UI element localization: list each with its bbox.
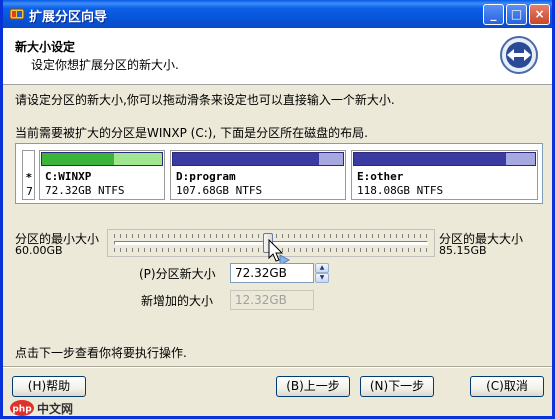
partition-name: D:program bbox=[176, 170, 236, 183]
partition-app-icon bbox=[9, 8, 25, 20]
minimize-button[interactable]: _ bbox=[483, 4, 504, 25]
footer-hint: 点击下一步查看你将要执行操作. bbox=[15, 346, 187, 360]
resize-arrows-icon bbox=[500, 36, 538, 74]
wizard-header: 新大小设定 设定你想扩展分区的新大小. bbox=[3, 28, 552, 85]
new-size-stepper[interactable]: ▲ ▼ bbox=[315, 263, 329, 283]
partition-size: 72.32GB NTFS bbox=[45, 184, 125, 197]
spin-down-icon[interactable]: ▼ bbox=[315, 273, 329, 283]
partition-name: E:other bbox=[357, 170, 404, 183]
partition-free-fill bbox=[506, 153, 535, 165]
partition-used-fill bbox=[42, 153, 114, 165]
partition-d[interactable]: D:program 107.68GB NTFS bbox=[170, 150, 346, 200]
added-size-label: 新增加的大小 bbox=[141, 294, 214, 308]
partition-e[interactable]: E:other 118.08GB NTFS bbox=[351, 150, 538, 200]
partition-size: 107.68GB NTFS bbox=[176, 184, 263, 197]
footer-divider bbox=[3, 366, 552, 368]
unallocated-marker: * bbox=[26, 171, 32, 184]
max-size-value: 85.15GB bbox=[439, 244, 487, 257]
help-button[interactable]: (H)帮助 bbox=[12, 376, 86, 397]
close-button[interactable]: × bbox=[529, 4, 550, 25]
min-size-value: 60.00GB bbox=[15, 244, 63, 257]
partition-usage-bar bbox=[353, 152, 536, 166]
php-logo-text: php bbox=[12, 405, 32, 415]
cancel-button[interactable]: (C)取消 bbox=[470, 376, 544, 397]
php-logo: php bbox=[10, 400, 34, 416]
partition-c[interactable]: C:WINXP 72.32GB NTFS bbox=[39, 150, 165, 200]
partition-name: C:WINXP bbox=[45, 170, 92, 183]
new-size-input[interactable] bbox=[230, 263, 314, 283]
next-button[interactable]: (N)下一步 bbox=[360, 376, 434, 397]
disk-caption: 当前需要被扩大的分区是WINXP (C:), 下面是分区所在磁盘的布局. bbox=[15, 126, 368, 140]
new-size-label: (P)分区新大小 bbox=[139, 267, 216, 281]
instruction-text: 请设定分区的新大小,你可以拖动滑条来设定也可以直接输入一个新大小. bbox=[15, 93, 395, 107]
added-size-field bbox=[230, 290, 314, 310]
partition-free-fill bbox=[114, 153, 162, 165]
window-title: 扩展分区向导 bbox=[29, 10, 108, 25]
partition-free-fill bbox=[319, 153, 343, 165]
partition-used-fill bbox=[173, 153, 319, 165]
disk-layout: * 7 C:WINXP 72.32GB NTFS D:program 107.6… bbox=[15, 143, 543, 204]
partition-usage-bar bbox=[172, 152, 344, 166]
maximize-button[interactable]: □ bbox=[506, 4, 527, 25]
page-subtitle: 设定你想扩展分区的新大小. bbox=[31, 58, 179, 72]
unallocated-number: 7 bbox=[26, 185, 33, 198]
partition-usage-bar bbox=[41, 152, 163, 166]
spin-up-icon[interactable]: ▲ bbox=[315, 263, 329, 273]
wizard-window: 扩展分区向导 _ □ × 新大小设定 设定你想扩展分区的新大小. 请设定分区的新… bbox=[0, 0, 555, 419]
watermark-text: 中文网 bbox=[37, 402, 74, 416]
title-bar[interactable]: 扩展分区向导 _ □ × bbox=[3, 0, 552, 28]
partition-size: 118.08GB NTFS bbox=[357, 184, 444, 197]
back-button[interactable]: (B)上一步 bbox=[276, 376, 350, 397]
page-title: 新大小设定 bbox=[15, 40, 76, 54]
watermark: php 中文网 bbox=[9, 399, 89, 416]
partition-used-fill bbox=[354, 153, 506, 165]
